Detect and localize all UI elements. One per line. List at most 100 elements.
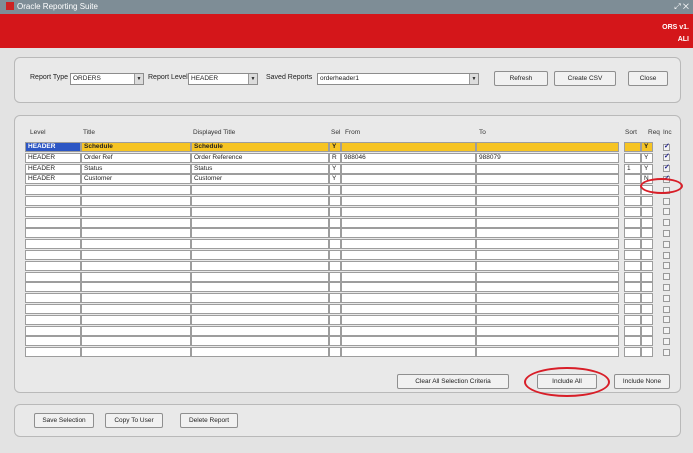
include-checkbox[interactable]: [663, 305, 670, 313]
cell-level[interactable]: [25, 304, 81, 314]
include-checkbox[interactable]: [663, 316, 670, 324]
cell-displayed[interactable]: [191, 228, 329, 239]
cell-to[interactable]: [476, 314, 619, 325]
cell-sort[interactable]: [624, 174, 641, 185]
chevron-down-icon[interactable]: ▼: [469, 74, 478, 84]
cell-title[interactable]: Customer: [81, 174, 191, 185]
cell-from[interactable]: [341, 271, 476, 282]
cell-req[interactable]: [641, 196, 653, 206]
cell-displayed[interactable]: [191, 293, 329, 304]
cell-sel[interactable]: Y: [329, 163, 341, 174]
cell-to[interactable]: [476, 250, 619, 260]
cell-req[interactable]: [641, 271, 653, 282]
cell-level[interactable]: [25, 282, 81, 293]
cell-to[interactable]: 988079: [476, 152, 619, 163]
cell-req[interactable]: [641, 206, 653, 217]
cell-level[interactable]: [25, 228, 81, 239]
include-checkbox[interactable]: [663, 251, 670, 259]
chevron-down-icon[interactable]: ▼: [248, 74, 257, 84]
include-none-button[interactable]: Include None: [614, 374, 670, 389]
cell-displayed[interactable]: [191, 314, 329, 325]
cell-displayed[interactable]: [191, 217, 329, 228]
cell-from[interactable]: [341, 293, 476, 304]
cell-title[interactable]: [81, 271, 191, 282]
cell-req[interactable]: [641, 260, 653, 271]
include-checkbox[interactable]: [663, 152, 670, 162]
cell-to[interactable]: [476, 260, 619, 271]
cell-sel[interactable]: [329, 314, 341, 325]
cell-title[interactable]: [81, 325, 191, 336]
cell-title[interactable]: [81, 347, 191, 358]
include-checkbox[interactable]: [663, 294, 670, 302]
cell-sel[interactable]: [329, 293, 341, 304]
cell-displayed[interactable]: Schedule: [191, 142, 329, 152]
cell-req[interactable]: [641, 282, 653, 293]
cell-displayed[interactable]: [191, 185, 329, 196]
cell-sort[interactable]: [624, 336, 641, 347]
cell-to[interactable]: [476, 174, 619, 185]
cell-displayed[interactable]: [191, 304, 329, 314]
cell-sel[interactable]: [329, 239, 341, 250]
cell-from[interactable]: [341, 260, 476, 271]
cell-displayed[interactable]: Customer: [191, 174, 329, 185]
cell-title[interactable]: Order Ref: [81, 152, 191, 163]
cell-sort[interactable]: [624, 314, 641, 325]
cell-sel[interactable]: [329, 185, 341, 196]
include-checkbox[interactable]: [663, 283, 670, 291]
cell-level[interactable]: [25, 314, 81, 325]
cell-title[interactable]: [81, 217, 191, 228]
refresh-button[interactable]: Refresh: [494, 71, 548, 86]
cell-level[interactable]: [25, 260, 81, 271]
cell-level[interactable]: [25, 185, 81, 196]
cell-from[interactable]: 988046: [341, 152, 476, 163]
include-checkbox[interactable]: [663, 229, 670, 237]
cell-displayed[interactable]: [191, 282, 329, 293]
cell-from[interactable]: [341, 347, 476, 358]
cell-level[interactable]: HEADER: [25, 163, 81, 174]
cell-displayed[interactable]: [191, 325, 329, 336]
cell-from[interactable]: [341, 325, 476, 336]
cell-req[interactable]: [641, 336, 653, 347]
cell-from[interactable]: [341, 185, 476, 196]
cell-sel[interactable]: [329, 217, 341, 228]
cell-sort[interactable]: [624, 142, 641, 152]
cell-level[interactable]: HEADER: [25, 152, 81, 163]
cell-from[interactable]: [341, 228, 476, 239]
include-checkbox[interactable]: [663, 337, 670, 345]
cell-sort[interactable]: [624, 325, 641, 336]
cell-sel[interactable]: [329, 260, 341, 271]
cell-from[interactable]: [341, 196, 476, 206]
cell-sel[interactable]: [329, 282, 341, 293]
cell-sort[interactable]: [624, 282, 641, 293]
cell-to[interactable]: [476, 271, 619, 282]
cell-req[interactable]: [641, 250, 653, 260]
cell-sel[interactable]: [329, 325, 341, 336]
cell-req[interactable]: [641, 304, 653, 314]
cell-to[interactable]: [476, 196, 619, 206]
cell-displayed[interactable]: Order Reference: [191, 152, 329, 163]
cell-from[interactable]: [341, 239, 476, 250]
cell-req[interactable]: [641, 347, 653, 358]
cell-to[interactable]: [476, 239, 619, 250]
cell-title[interactable]: [81, 336, 191, 347]
delete-report-button[interactable]: Delete Report: [180, 413, 238, 428]
cell-sel[interactable]: [329, 250, 341, 260]
cell-req[interactable]: Y: [641, 142, 653, 152]
cell-to[interactable]: [476, 347, 619, 358]
cell-title[interactable]: [81, 239, 191, 250]
cell-level[interactable]: [25, 250, 81, 260]
include-checkbox[interactable]: [663, 273, 670, 281]
cell-sel[interactable]: [329, 206, 341, 217]
create-csv-button[interactable]: Create CSV: [554, 71, 616, 86]
cell-sort[interactable]: [624, 271, 641, 282]
include-checkbox[interactable]: [663, 142, 670, 151]
include-checkbox[interactable]: [663, 348, 670, 356]
cell-sel[interactable]: [329, 336, 341, 347]
save-selection-button[interactable]: Save Selection: [34, 413, 94, 428]
cell-displayed[interactable]: [191, 336, 329, 347]
cell-sel[interactable]: [329, 271, 341, 282]
cell-title[interactable]: [81, 293, 191, 304]
cell-title[interactable]: [81, 250, 191, 260]
cell-sort[interactable]: [624, 304, 641, 314]
cell-sort[interactable]: [624, 250, 641, 260]
